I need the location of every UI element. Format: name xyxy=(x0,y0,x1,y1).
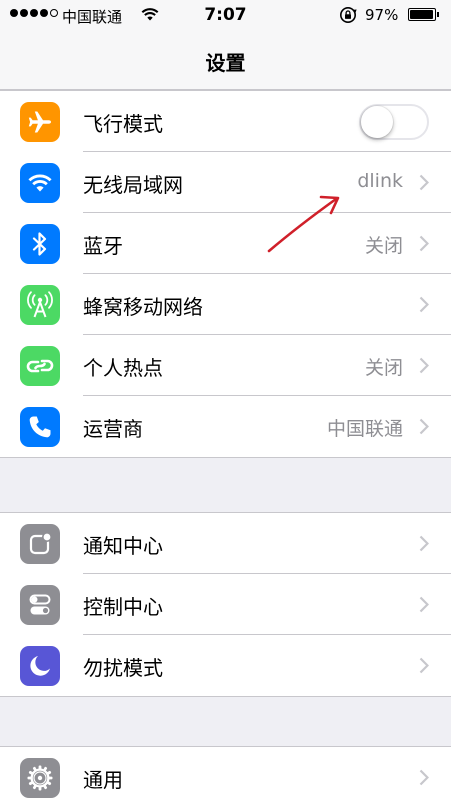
settings-row-value: 中国联通 xyxy=(326,418,403,440)
settings-row-carrier[interactable]: 运营商 中国联通 xyxy=(0,396,451,457)
settings-row-label: 蓝牙 xyxy=(83,234,123,258)
settings-row-personal-hotspot[interactable]: 个人热点 关闭 xyxy=(0,335,451,396)
settings-row-wlan[interactable]: 无线局域网 dlink xyxy=(0,152,451,213)
bluetooth-icon xyxy=(20,224,60,264)
settings-row-cellular[interactable]: 蜂窝移动网络 xyxy=(0,274,451,335)
chevron-right-icon xyxy=(419,657,429,674)
settings-row-notification-center[interactable]: 通知中心 xyxy=(0,513,451,574)
phone-icon xyxy=(20,407,60,447)
chevron-right-icon xyxy=(419,296,429,313)
battery-tip xyxy=(437,12,439,17)
cellular-icon xyxy=(20,285,60,325)
settings-row-value: 关闭 xyxy=(364,235,403,257)
wifi-icon xyxy=(20,163,60,203)
settings-row-label: 飞行模式 xyxy=(83,112,163,136)
settings-row-label: 通用 xyxy=(83,768,123,792)
battery-icon xyxy=(408,8,436,21)
settings-row-do-not-disturb[interactable]: 勿扰模式 xyxy=(0,635,451,696)
toggle-knob xyxy=(361,106,393,138)
settings-row-label: 蜂窝移动网络 xyxy=(83,295,203,319)
chevron-right-icon xyxy=(419,769,429,786)
control-center-icon xyxy=(20,585,60,625)
settings-row-label: 无线局域网 xyxy=(83,173,183,197)
chevron-right-icon xyxy=(419,357,429,374)
settings-row-general[interactable]: 通用 xyxy=(0,747,451,808)
settings-row-bluetooth[interactable]: 蓝牙 关闭 xyxy=(0,213,451,274)
settings-row-airplane-mode: 飞行模式 xyxy=(0,91,451,152)
chevron-right-icon xyxy=(419,174,429,191)
settings-row-label: 勿扰模式 xyxy=(83,656,163,680)
airplane-mode-toggle[interactable] xyxy=(359,104,429,140)
navigation-bar: 设置 xyxy=(0,30,451,90)
chevron-right-icon xyxy=(419,596,429,613)
settings-row-control-center[interactable]: 控制中心 xyxy=(0,574,451,635)
settings-group-centers: 通知中心 控制中心 勿扰模式 xyxy=(0,512,451,697)
moon-icon xyxy=(20,646,60,686)
settings-row-label: 控制中心 xyxy=(83,595,163,619)
settings-group-connectivity: 飞行模式 无线局域网 dlink 蓝牙 关闭 蜂窝移动网络 个人热点 关闭 运营… xyxy=(0,90,451,458)
annotation-arrow-icon xyxy=(267,195,340,253)
settings-row-label: 通知中心 xyxy=(83,534,163,558)
settings-row-value: 关闭 xyxy=(364,357,403,379)
status-bar: 中国联通 7:07 97% xyxy=(0,0,451,30)
battery-percentage: 97% xyxy=(365,6,399,24)
settings-row-value: dlink xyxy=(357,170,403,192)
page-title: 设置 xyxy=(205,51,246,75)
notification-center-icon xyxy=(20,524,60,564)
settings-row-label: 个人热点 xyxy=(83,356,163,380)
airplane-icon xyxy=(20,102,60,142)
gear-icon xyxy=(20,758,60,798)
orientation-lock-icon xyxy=(339,6,357,28)
chevron-right-icon xyxy=(419,535,429,552)
chevron-right-icon xyxy=(419,418,429,435)
battery-fill xyxy=(410,10,434,19)
hotspot-icon xyxy=(20,346,60,386)
chevron-right-icon xyxy=(419,235,429,252)
settings-row-label: 运营商 xyxy=(83,417,143,441)
settings-group-general: 通用 xyxy=(0,746,451,808)
